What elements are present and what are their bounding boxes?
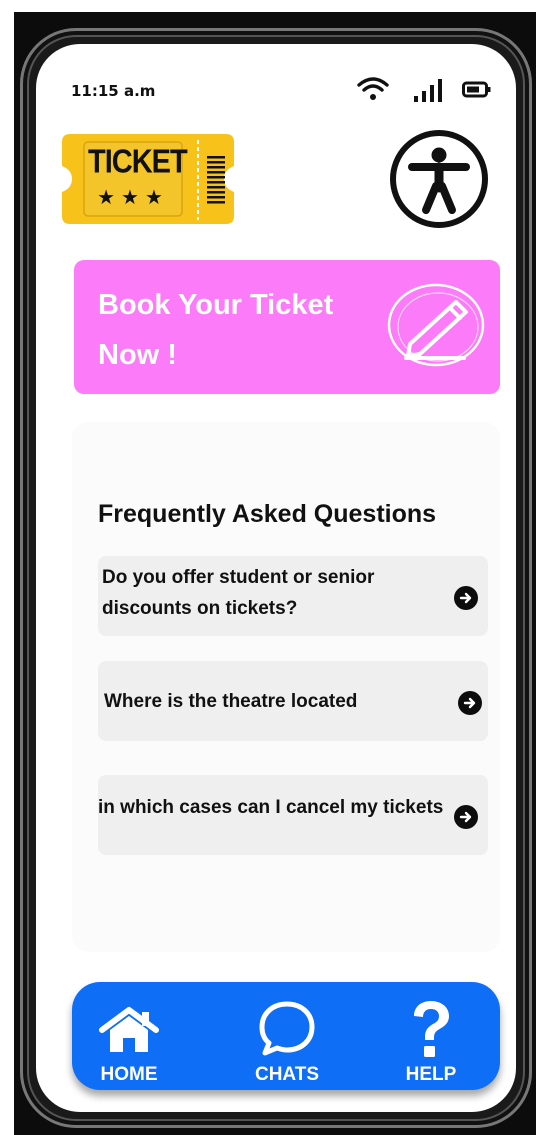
nav-label: HELP: [405, 1064, 457, 1085]
nav-home[interactable]: HOME: [74, 982, 184, 1090]
nav-label: CHATS: [254, 1064, 320, 1085]
phone-screen: 11:15 a.m TICKET ★★★ Book Your Ticket No…: [36, 44, 516, 1112]
nav-label: HOME: [100, 1064, 158, 1085]
logo-stars: ★★★: [97, 185, 169, 209]
faq-item-cancel[interactable]: in which cases can I cancel my tickets: [98, 775, 488, 855]
book-ticket-banner[interactable]: Book Your Ticket Now !: [74, 260, 500, 394]
faq-card: Frequently Asked Questions Do you offer …: [72, 422, 500, 952]
faq-question: in which cases can I cancel my tickets: [98, 797, 444, 818]
status-icons: [356, 74, 496, 104]
faq-title: Frequently Asked Questions: [98, 500, 437, 528]
logo-text: TICKET: [88, 143, 188, 181]
faq-question: Do you offer student or senior discounts…: [102, 567, 375, 619]
book-ticket-title: Book Your Ticket Now !: [98, 289, 334, 371]
bottom-nav: HOME CHATS HELP: [72, 982, 500, 1090]
ticket-logo: TICKET ★★★: [60, 132, 236, 226]
status-time: 11:15 a.m: [71, 82, 156, 100]
faq-question: Where is the theatre located: [104, 691, 358, 712]
accessibility-icon[interactable]: [388, 128, 490, 230]
arrow-right-icon[interactable]: [454, 805, 478, 829]
home-icon: [99, 1007, 159, 1052]
nav-help[interactable]: HELP: [376, 982, 486, 1090]
help-icon: [414, 1001, 449, 1057]
faq-item-location[interactable]: Where is the theatre located: [98, 661, 488, 741]
signal-icon: [414, 79, 442, 102]
arrow-right-icon[interactable]: [454, 586, 478, 610]
chat-icon: [259, 1001, 315, 1056]
faq-item-discounts[interactable]: Do you offer student or senior discounts…: [98, 556, 488, 636]
pencil-icon[interactable]: [386, 282, 486, 368]
battery-icon: [462, 81, 491, 98]
wifi-icon: [357, 77, 389, 100]
arrow-right-icon[interactable]: [458, 691, 482, 715]
nav-chats[interactable]: CHATS: [232, 982, 342, 1090]
